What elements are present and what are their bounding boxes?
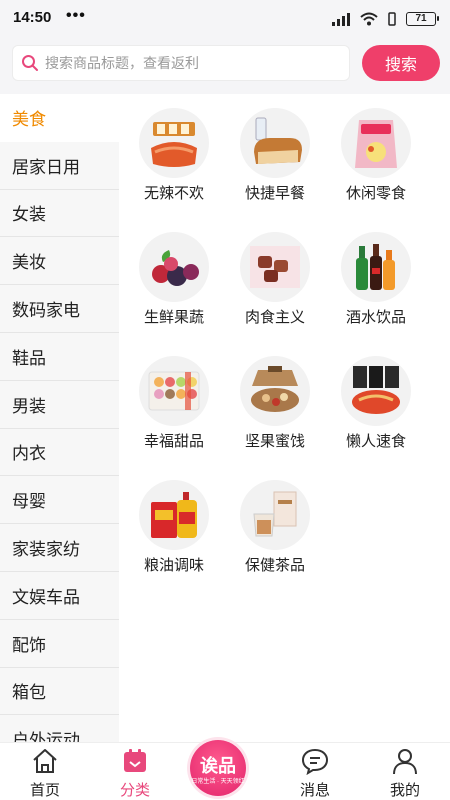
status-time: 14:50	[13, 9, 52, 26]
search-button[interactable]: 搜索	[362, 45, 440, 81]
sidebar-item-entertainment-auto[interactable]: 文娱车品	[0, 571, 119, 620]
vibrate-icon	[388, 12, 396, 26]
subcategory-label: 幸福甜品	[143, 433, 204, 450]
subcategory-label: 懒人速食	[345, 433, 406, 450]
instant-noodles-image	[341, 356, 411, 426]
subcategory-panel: 无辣不欢 快捷早餐 休闲零食 生鲜果蔬 肉食主义 酒水饮品 幸福甜品 坚果蜜饯 …	[119, 94, 450, 742]
rice-oil-image	[139, 480, 209, 550]
subcategory-label: 肉食主义	[244, 309, 305, 326]
subcategory-label: 休闲零食	[345, 185, 406, 202]
bread-milk-image	[240, 108, 310, 178]
status-icons: 71	[332, 10, 439, 28]
subcategory-instant-food[interactable]: 懒人速食	[326, 342, 426, 462]
subcategory-desserts[interactable]: 幸福甜品	[124, 342, 224, 462]
sidebar-item-beauty[interactable]: 美妆	[0, 237, 119, 286]
subcategory-spicy[interactable]: 无辣不欢	[124, 94, 224, 214]
subcategory-fresh-produce[interactable]: 生鲜果蔬	[124, 218, 224, 338]
sidebar-item-bags[interactable]: 箱包	[0, 667, 119, 716]
chat-bubble-icon	[301, 748, 329, 775]
tab-label: 我的	[389, 782, 420, 799]
subcategory-health-tea[interactable]: 保健茶品	[225, 466, 325, 586]
tab-label: 首页	[29, 782, 60, 799]
sidebar-item-home-textiles[interactable]: 家装家纺	[0, 524, 119, 572]
subcategory-label: 无辣不欢	[143, 185, 204, 202]
sidebar-item-underwear[interactable]: 内衣	[0, 428, 119, 477]
chips-bag-image	[341, 108, 411, 178]
sidebar-item-outdoor[interactable]: 户外运动	[0, 715, 119, 742]
sidebar-item-accessories[interactable]: 配饰	[0, 619, 119, 668]
logo-subtext: 日常生活 · 天天领红	[191, 779, 245, 785]
subcategory-label: 酒水饮品	[345, 309, 406, 326]
tea-box-image	[240, 480, 310, 550]
tab-label: 消息	[299, 782, 330, 799]
meat-snack-image	[240, 232, 310, 302]
logo-text: 诶品	[200, 756, 236, 777]
status-bar: 14:50 ••• 71	[0, 0, 450, 38]
tab-category[interactable]: 分类	[90, 743, 180, 800]
home-icon	[33, 749, 57, 773]
battery-icon: 71	[406, 12, 439, 26]
wifi-icon	[360, 12, 378, 26]
sidebar-item-baby[interactable]: 母婴	[0, 476, 119, 525]
tab-messages[interactable]: 消息	[270, 743, 360, 800]
subcategory-grain-oil[interactable]: 粮油调味	[124, 466, 224, 586]
search-icon	[22, 55, 38, 71]
tab-home[interactable]: 首页	[0, 743, 90, 800]
sidebar-item-food[interactable]: 美食	[0, 94, 119, 142]
berries-image	[139, 232, 209, 302]
sidebar-item-womens-clothing[interactable]: 女装	[0, 189, 119, 238]
search-box[interactable]	[12, 45, 350, 81]
macaron-box-image	[139, 356, 209, 426]
tab-profile[interactable]: 我的	[360, 743, 450, 800]
subcategory-label: 快捷早餐	[244, 185, 305, 202]
subcategory-drinks[interactable]: 酒水饮品	[326, 218, 426, 338]
category-page: 14:50 ••• 71 搜索商品标题，查看返利 搜索 美食 居家日用 女装 美…	[0, 0, 450, 800]
subcategory-nuts[interactable]: 坚果蜜饯	[225, 342, 325, 462]
subcategory-label: 粮油调味	[143, 557, 204, 574]
sidebar-item-household[interactable]: 居家日用	[0, 141, 119, 190]
category-sidebar: 美食 居家日用 女装 美妆 数码家电 鞋品 男装 内衣 母婴 家装家纺 文娱车品…	[0, 94, 119, 742]
search-input[interactable]	[45, 55, 325, 71]
sidebar-item-mens-clothing[interactable]: 男装	[0, 380, 119, 429]
subcategory-meat[interactable]: 肉食主义	[225, 218, 325, 338]
status-dots: •••	[66, 7, 86, 24]
signal-icon	[332, 13, 350, 26]
center-logo-button[interactable]: 诶品 日常生活 · 天天领红	[190, 740, 246, 796]
subcategory-breakfast[interactable]: 快捷早餐	[225, 94, 325, 214]
calendar-icon	[124, 749, 146, 772]
sidebar-item-electronics[interactable]: 数码家电	[0, 285, 119, 333]
tab-label: 分类	[119, 782, 150, 799]
sidebar-item-shoes[interactable]: 鞋品	[0, 332, 119, 381]
spicy-snack-image	[139, 108, 209, 178]
subcategory-snacks[interactable]: 休闲零食	[326, 94, 426, 214]
subcategory-label: 坚果蜜饯	[244, 433, 305, 450]
beverage-bottles-image	[341, 232, 411, 302]
nuts-gift-box-image	[240, 356, 310, 426]
subcategory-label: 生鲜果蔬	[143, 309, 204, 326]
person-icon	[393, 749, 417, 775]
search-header: 搜索	[0, 38, 450, 94]
subcategory-label: 保健茶品	[244, 557, 305, 574]
